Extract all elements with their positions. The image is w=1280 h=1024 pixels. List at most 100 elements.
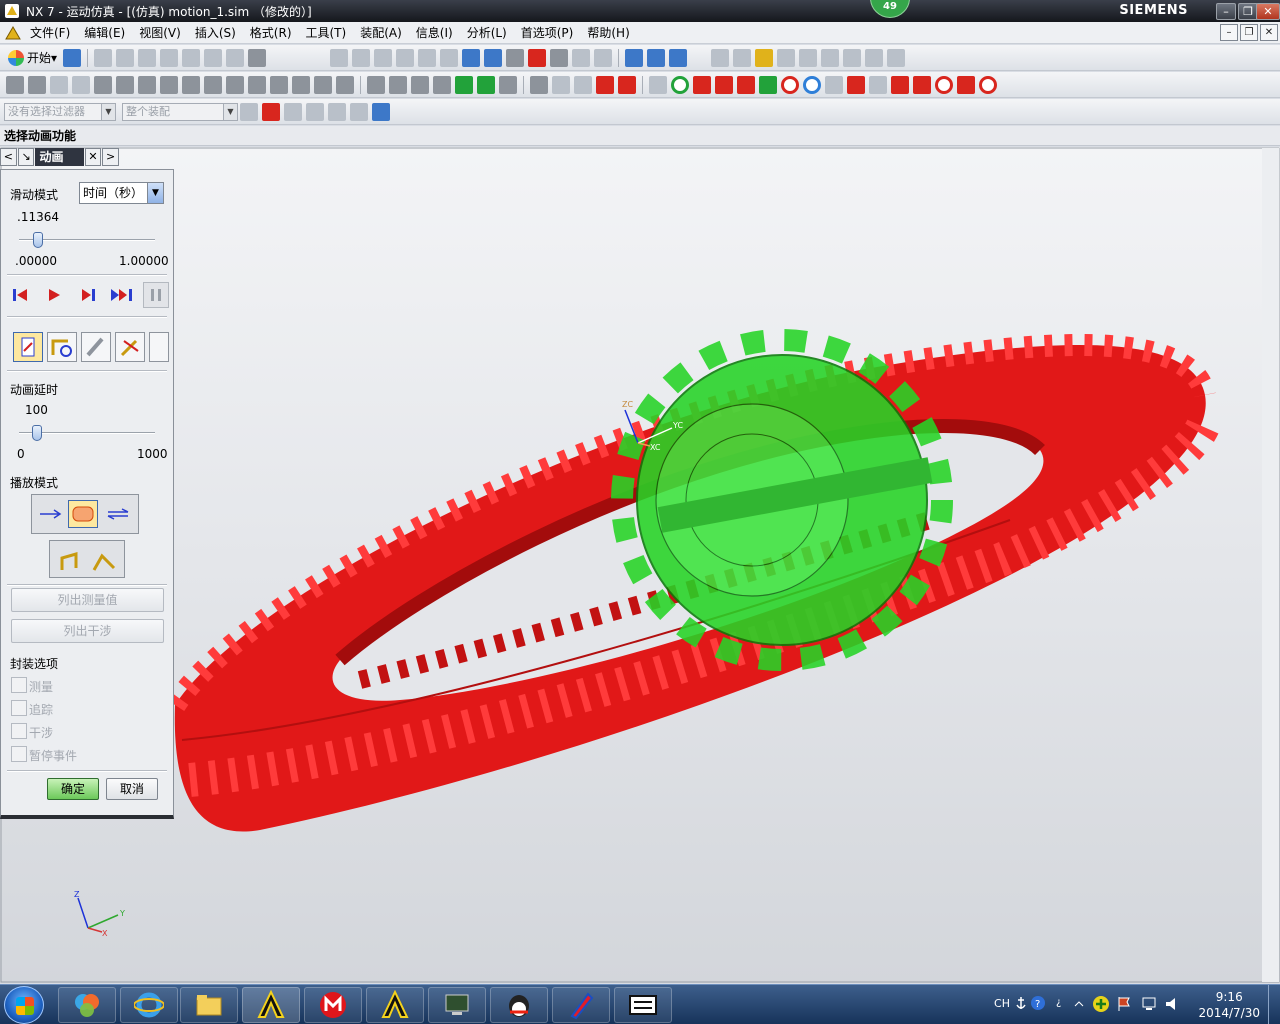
graphics-window[interactable]: ZC YC XC Z Y X <box>0 147 1280 983</box>
rotate-icon[interactable] <box>418 48 437 67</box>
flag-error-icon[interactable] <box>1116 995 1134 1013</box>
menu-assembly[interactable]: 装配(A) <box>356 24 412 41</box>
network-icon[interactable] <box>1140 995 1158 1013</box>
pin-icon[interactable]: ↘ <box>17 148 35 166</box>
next-tab-button[interactable]: > <box>102 148 120 166</box>
taskbar-app-ie[interactable] <box>120 987 178 1023</box>
rectangle-select-icon[interactable] <box>350 102 368 121</box>
show-desktop-button[interactable] <box>1268 985 1280 1024</box>
maximize-button[interactable]: ❐ <box>1238 3 1258 20</box>
motion-env-icon[interactable] <box>6 75 24 94</box>
graph-icon[interactable] <box>389 75 407 94</box>
zoom-area-icon[interactable] <box>352 48 371 67</box>
measure-distance-icon[interactable] <box>865 48 884 67</box>
list-interference-button[interactable]: 列出干涉 <box>11 619 164 643</box>
render-icon[interactable] <box>528 48 547 67</box>
blue-ring-icon[interactable] <box>803 75 821 94</box>
delay-slider-thumb[interactable] <box>31 425 42 441</box>
motion-icon[interactable] <box>625 48 644 67</box>
function-icon[interactable] <box>50 75 68 94</box>
cancel-button[interactable]: 取消 <box>106 778 158 800</box>
pause-button[interactable] <box>143 282 169 308</box>
pocket-icon[interactable] <box>759 75 777 94</box>
prev-frame-icon[interactable] <box>574 75 592 94</box>
language-indicator[interactable]: CH <box>994 997 1010 1010</box>
loop-mode-button[interactable] <box>68 500 98 528</box>
taskbar-app-nx-1[interactable] <box>242 987 300 1023</box>
fast-forward-button[interactable] <box>109 282 135 308</box>
rewind-button[interactable] <box>7 282 33 308</box>
spring-icon[interactable] <box>160 75 178 94</box>
taskbar-app-ggg[interactable] <box>614 987 672 1023</box>
copy-icon[interactable] <box>116 48 135 67</box>
group-icon[interactable] <box>226 48 245 67</box>
trace-checkbox[interactable] <box>11 700 27 716</box>
flange-icon[interactable] <box>847 75 865 94</box>
delete-icon[interactable] <box>160 48 179 67</box>
end-snap-icon[interactable] <box>777 48 796 67</box>
explode-button[interactable] <box>81 332 111 362</box>
prev-tab-button[interactable]: < <box>0 148 17 166</box>
more-options-button[interactable] <box>149 332 169 362</box>
ime-icon[interactable]: ¿ <box>1054 993 1068 1009</box>
save-icon[interactable] <box>63 48 82 67</box>
display-icon[interactable] <box>248 48 267 67</box>
orient-view-icon[interactable] <box>484 48 503 67</box>
revolute-joint-icon[interactable] <box>94 75 112 94</box>
loop-icon[interactable] <box>499 75 517 94</box>
intersect-snap-icon[interactable] <box>843 48 862 67</box>
cut-icon[interactable] <box>94 48 113 67</box>
measure-angle-icon[interactable] <box>887 48 906 67</box>
pulley-icon[interactable] <box>979 75 997 94</box>
type-filter-combo[interactable]: 没有选择过滤器 ▼ <box>4 102 116 121</box>
step-back-icon[interactable] <box>455 75 473 94</box>
step-forward-button[interactable] <box>75 282 101 308</box>
taskbar-app-qq[interactable] <box>490 987 548 1023</box>
close-button[interactable]: ✕ <box>1256 3 1280 20</box>
shaded-icon[interactable] <box>506 48 525 67</box>
link-icon[interactable] <box>72 75 90 94</box>
slider-joint-icon[interactable] <box>116 75 134 94</box>
tab-animation[interactable]: 动画 <box>35 148 84 166</box>
menu-tools[interactable]: 工具(T) <box>302 24 357 41</box>
menu-edit[interactable]: 编辑(E) <box>80 24 135 41</box>
control-snap-icon[interactable] <box>821 48 840 67</box>
measure-checkbox[interactable] <box>11 677 27 693</box>
scope-combo[interactable]: 整个装配 ▼ <box>122 102 238 121</box>
analysis-icon[interactable] <box>314 75 332 94</box>
minimize-button[interactable]: – <box>1216 3 1236 20</box>
sheet-icon[interactable] <box>649 75 667 94</box>
clock[interactable]: 9:16 2014/7/30 <box>1198 989 1260 1021</box>
menu-analysis[interactable]: 分析(L) <box>463 24 517 41</box>
spur-icon[interactable] <box>869 75 887 94</box>
fit-icon[interactable] <box>330 48 349 67</box>
component-icon[interactable] <box>372 102 390 121</box>
play-icon[interactable] <box>596 75 614 94</box>
motion-nav-icon[interactable] <box>28 75 46 94</box>
sprocket-icon[interactable] <box>891 75 909 94</box>
paste-icon[interactable] <box>138 48 157 67</box>
step-forward-icon[interactable] <box>477 75 495 94</box>
add-tray-icon[interactable] <box>1092 995 1110 1013</box>
taskbar-app-pen[interactable] <box>552 987 610 1023</box>
trace-button[interactable] <box>47 332 77 362</box>
menu-view[interactable]: 视图(V) <box>135 24 191 41</box>
contact-icon[interactable] <box>248 75 266 94</box>
snap-tool-icon[interactable] <box>733 48 752 67</box>
chain-icon[interactable] <box>935 75 953 94</box>
play-reverse-direction-button[interactable] <box>90 546 118 574</box>
animation-icon[interactable] <box>367 75 385 94</box>
close-dialog-icon[interactable]: ✕ <box>84 148 102 166</box>
green-ring-icon[interactable] <box>671 75 689 94</box>
point-snap-icon[interactable] <box>755 48 774 67</box>
rewind-icon[interactable] <box>552 75 570 94</box>
gear-red-icon[interactable] <box>913 75 931 94</box>
damper-icon[interactable] <box>182 75 200 94</box>
viewport-scrollbar[interactable] <box>1262 148 1279 982</box>
menu-preferences[interactable]: 首选项(P) <box>517 24 584 41</box>
doc-restore-button[interactable]: ❐ <box>1240 24 1258 41</box>
doc-close-button[interactable]: ✕ <box>1260 24 1278 41</box>
spreadsheet-icon[interactable] <box>411 75 429 94</box>
list-measurements-button[interactable]: 列出测量值 <box>11 588 164 612</box>
select-tool-icon[interactable] <box>711 48 730 67</box>
